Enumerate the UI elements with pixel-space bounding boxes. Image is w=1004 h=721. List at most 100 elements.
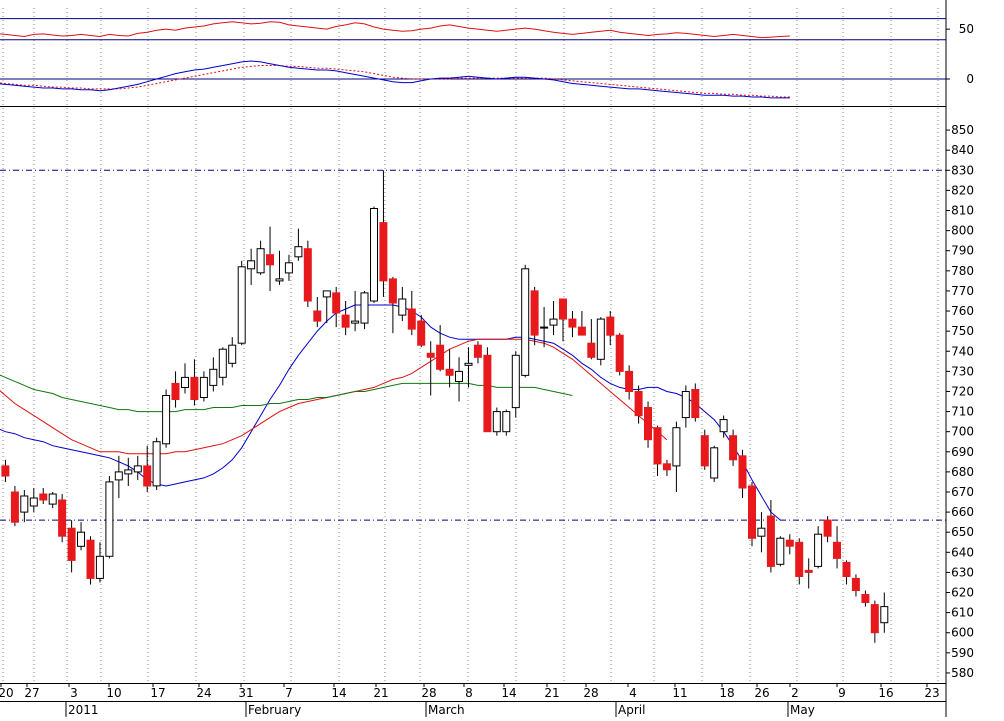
candle-body (388, 278, 397, 304)
price-tick-label: 730 (951, 364, 974, 378)
candle (804, 558, 813, 589)
x-tick-label: 7 (285, 686, 293, 700)
candle-body (1, 465, 10, 477)
candle-body (880, 606, 889, 624)
candle (256, 240, 265, 275)
x-tick-label: 10 (106, 686, 121, 700)
candle-body (870, 604, 879, 634)
candle-body (644, 407, 652, 441)
x-tick-label: 17 (150, 686, 165, 700)
candle-body (190, 376, 199, 400)
candle (237, 260, 246, 346)
x-tick-label: 26 (754, 686, 769, 700)
candle (644, 401, 652, 448)
price-tick-label: 780 (951, 264, 974, 278)
candle (124, 457, 133, 486)
candle-body (256, 248, 265, 274)
candle (748, 481, 756, 547)
candle (833, 526, 841, 569)
price-tick-label: 580 (951, 666, 974, 680)
price-tick-label: 710 (951, 405, 974, 419)
candle (20, 489, 29, 523)
candle (218, 347, 227, 386)
x-tick-label: 11 (672, 686, 687, 700)
candle (738, 449, 747, 499)
rsi-tick-label: 50 (959, 22, 974, 36)
macd-tick-label: 0 (966, 72, 974, 86)
candle (492, 407, 501, 436)
candle (266, 226, 274, 291)
candle-body (294, 246, 303, 258)
candle-body (492, 411, 501, 433)
x-tick-label: 21 (544, 686, 559, 700)
candle-body (549, 318, 558, 326)
candle-body (738, 455, 747, 489)
candle (407, 290, 416, 336)
candle (823, 516, 832, 543)
candle (398, 286, 407, 322)
candle-body (29, 497, 38, 507)
candle (379, 170, 388, 297)
x-tick-label: 18 (719, 686, 734, 700)
candle-body (804, 569, 813, 573)
candle-body (58, 499, 67, 537)
rsi-line (0, 21, 790, 39)
candle-body (445, 368, 454, 376)
candle (776, 536, 785, 567)
price-tick-label: 770 (951, 284, 974, 298)
candle (814, 526, 823, 569)
candle-body (209, 368, 218, 386)
price-tick-label: 840 (951, 143, 974, 157)
x-tick-label: 3 (70, 686, 78, 700)
candle-body (360, 292, 369, 324)
candle (143, 445, 152, 492)
candle-body (407, 308, 416, 330)
candle (162, 389, 171, 448)
candle-body (681, 391, 690, 419)
price-tick-label: 810 (951, 204, 974, 218)
candle-body (10, 491, 19, 523)
candle (625, 365, 634, 400)
candle (426, 341, 435, 396)
candle (275, 250, 284, 285)
candle (757, 512, 766, 553)
candle-body (322, 290, 331, 298)
candle-body (237, 266, 246, 344)
candle (199, 371, 208, 402)
candle-body (341, 314, 350, 328)
ma-short-line (0, 304, 781, 521)
candle (729, 429, 738, 466)
candle (86, 536, 95, 585)
candle (209, 357, 218, 392)
price-tick-label: 740 (951, 344, 974, 358)
price-tick-label: 800 (951, 224, 974, 238)
candle-body (351, 320, 360, 324)
price-tick-label: 690 (951, 445, 974, 459)
candle (606, 311, 615, 346)
month-label: 2011 (68, 703, 99, 717)
candle (455, 357, 463, 402)
candle (247, 248, 256, 285)
candle-body (795, 541, 804, 577)
candle (152, 437, 161, 490)
candle-body (39, 493, 48, 501)
candle (341, 300, 350, 336)
x-tick-label: 14 (501, 686, 516, 700)
candle-body (577, 326, 586, 336)
candle (662, 459, 671, 476)
x-tick-label: 31 (238, 686, 253, 700)
x-tick-label: 28 (421, 686, 436, 700)
candle-body (436, 344, 445, 370)
candle (483, 347, 492, 433)
candle-body (426, 352, 435, 358)
candle-body (823, 519, 832, 537)
candle-body (710, 447, 719, 479)
price-tick-label: 720 (951, 384, 974, 398)
candle-body (124, 469, 133, 475)
candle-body (133, 465, 142, 473)
price-tick-label: 820 (951, 183, 974, 197)
candle-body (417, 320, 426, 346)
candle (502, 409, 511, 436)
price-tick-label: 850 (951, 123, 974, 137)
candle-body (833, 541, 841, 559)
